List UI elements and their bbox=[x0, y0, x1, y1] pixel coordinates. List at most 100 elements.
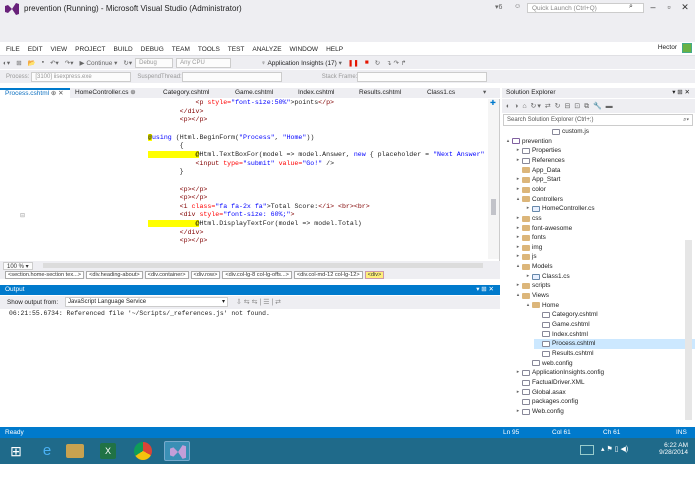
tab-index[interactable]: Index.cshtml bbox=[293, 88, 335, 98]
platform-select[interactable]: Any CPU bbox=[176, 57, 232, 68]
stop-icon[interactable]: ■ bbox=[365, 59, 369, 66]
menu-project[interactable]: PROJECT bbox=[75, 46, 105, 53]
tree-item[interactable]: Index.cshtml bbox=[534, 330, 588, 340]
tree-item[interactable]: Game.cshtml bbox=[534, 320, 590, 330]
tree-item[interactable]: ▸ scripts bbox=[514, 281, 551, 291]
tree-item[interactable]: ▸ img bbox=[514, 243, 543, 253]
expander-icon[interactable]: ▸ bbox=[514, 185, 522, 195]
tree-item[interactable]: ▴ Home bbox=[524, 301, 559, 311]
menu-team[interactable]: TEAM bbox=[172, 46, 190, 53]
tree-item[interactable]: ▸ HomeController.cs bbox=[524, 204, 595, 214]
tab-overflow-icon[interactable]: ▾ bbox=[478, 88, 486, 98]
chrome-icon[interactable] bbox=[134, 442, 152, 460]
notification-icon[interactable]: ▾6 bbox=[495, 3, 502, 11]
file-explorer-icon[interactable] bbox=[66, 444, 84, 458]
expander-icon[interactable]: ▸ bbox=[514, 281, 522, 291]
tree-item[interactable]: ▸ fonts bbox=[514, 233, 546, 243]
tree-item[interactable]: ▴ Controllers bbox=[514, 195, 563, 205]
open-icon[interactable]: 📂 bbox=[28, 59, 36, 67]
excel-icon[interactable]: X bbox=[100, 443, 116, 459]
expander-icon[interactable]: ▴ bbox=[514, 262, 522, 272]
close-button[interactable]: ✕ bbox=[678, 2, 692, 13]
menu-view[interactable]: VIEW bbox=[51, 46, 68, 53]
tree-item[interactable]: ▸ Web.config bbox=[514, 407, 564, 417]
visual-studio-taskbar-icon[interactable] bbox=[164, 441, 190, 461]
expander-icon[interactable]: ▸ bbox=[514, 156, 522, 166]
tree-item[interactable]: ▸ Properties bbox=[514, 146, 561, 156]
step-into-icon[interactable]: ↴ ↷ ↱ bbox=[386, 59, 406, 67]
menu-debug[interactable]: DEBUG bbox=[141, 46, 164, 53]
tree-item[interactable]: ▴ Models bbox=[514, 262, 553, 272]
menu-test[interactable]: TEST bbox=[228, 46, 245, 53]
tab-game[interactable]: Game.cshtml bbox=[230, 88, 273, 98]
tree-item[interactable]: packages.config bbox=[514, 397, 578, 407]
expander-icon[interactable]: ▴ bbox=[524, 301, 532, 311]
config-select[interactable]: Debug bbox=[135, 57, 174, 68]
breadcrumb-item[interactable]: <div.heading-about> bbox=[86, 270, 143, 279]
breadcrumb-item[interactable]: <section.home-section tex...> bbox=[5, 270, 85, 279]
restart-icon[interactable]: ↻ bbox=[375, 59, 380, 67]
tab-category[interactable]: Category.cshtml bbox=[158, 88, 209, 98]
undo-icon[interactable]: ↶▾ bbox=[50, 59, 59, 67]
tab-homecontroller[interactable]: HomeController.cs ⊕ bbox=[70, 88, 136, 98]
expander-icon[interactable]: ▸ bbox=[514, 175, 522, 185]
avatar[interactable] bbox=[682, 43, 692, 53]
feedback-icon[interactable]: ☺ bbox=[514, 3, 521, 10]
pause-icon[interactable]: ❚❚ bbox=[348, 59, 359, 67]
horizontal-scrollbar[interactable] bbox=[42, 263, 483, 268]
redo-icon[interactable]: ↷▾ bbox=[65, 59, 74, 67]
refresh-icon[interactable]: ↻▾ bbox=[123, 59, 132, 67]
expander-icon[interactable]: ▴ bbox=[504, 137, 512, 147]
expander-icon[interactable]: ▴ bbox=[514, 291, 522, 301]
tree-item[interactable]: ▸ Global.asax bbox=[514, 388, 566, 398]
continue-button[interactable]: ▶ Continue ▾ bbox=[80, 59, 118, 67]
thread-select[interactable] bbox=[181, 71, 282, 82]
tree-item[interactable]: ▸ font-awesome bbox=[514, 224, 572, 234]
minimize-button[interactable]: – bbox=[646, 2, 660, 13]
expander-icon[interactable]: ▸ bbox=[514, 388, 522, 398]
output-tools-icon[interactable]: ⇩ ⇆ ⇆ | ☰ | ⇄ bbox=[236, 298, 281, 306]
tab-class1[interactable]: Class1.cs bbox=[422, 88, 455, 98]
tree-item[interactable]: web.config bbox=[524, 359, 573, 369]
breadcrumb-item[interactable]: <div.col-md-12 col-lg-12> bbox=[293, 270, 363, 279]
menu-help[interactable]: HELP bbox=[326, 46, 343, 53]
new-project-icon[interactable]: ⊞ bbox=[16, 59, 21, 67]
solution-tools-icon[interactable]: ◐ ◑ ⌂ ↻▾ ⇄ ↻ ⊟ ⊡ ⧉ 🔧 ▬ bbox=[506, 102, 614, 111]
menu-analyze[interactable]: ANALYZE bbox=[252, 46, 281, 53]
expander-icon[interactable]: ▸ bbox=[514, 224, 522, 234]
tree-item[interactable]: ▴ Views bbox=[514, 291, 549, 301]
code-editor[interactable]: ⊟ <p style="font-size:50%">points</p> </… bbox=[0, 99, 500, 261]
tree-item[interactable]: App_Data bbox=[514, 166, 560, 176]
expander-icon[interactable]: ▸ bbox=[524, 204, 532, 214]
menu-tools[interactable]: TOOLS bbox=[198, 46, 220, 53]
insights-button[interactable]: ♆ Application Insights (17) ▾ bbox=[261, 59, 342, 67]
tree-item[interactable]: ▴ prevention bbox=[504, 137, 552, 147]
panel-controls-icon[interactable]: ▾ ⊞ ✕ bbox=[672, 88, 690, 98]
tab-results[interactable]: Results.cshtml bbox=[354, 88, 401, 98]
tree-item[interactable]: ▸ css bbox=[514, 214, 542, 224]
windows-start-icon[interactable]: ⊞ bbox=[4, 441, 28, 461]
menu-file[interactable]: FILE bbox=[6, 46, 20, 53]
tree-item[interactable]: ▸ ApplicationInsights.config bbox=[514, 368, 604, 378]
expander-icon[interactable]: ▸ bbox=[514, 243, 522, 253]
expander-icon[interactable]: ▸ bbox=[514, 407, 522, 417]
expander-icon[interactable]: ▸ bbox=[524, 272, 532, 282]
clock[interactable]: 6:22 AM 9/28/2014 bbox=[650, 442, 688, 456]
tree-item[interactable]: custom.js bbox=[544, 127, 589, 137]
breadcrumb-item[interactable]: <div.row> bbox=[190, 270, 221, 279]
back-icon[interactable]: ◐▾ bbox=[3, 59, 10, 67]
tree-item[interactable]: Category.cshtml bbox=[534, 310, 598, 320]
tree-item[interactable]: FactualDriver.XML bbox=[514, 378, 585, 388]
save-icon[interactable]: ▪ bbox=[42, 59, 44, 66]
output-pane[interactable] bbox=[0, 309, 500, 425]
breadcrumb-item[interactable]: <div.container> bbox=[144, 270, 189, 279]
zoom-select[interactable]: 100 % ▾ bbox=[3, 261, 33, 270]
breadcrumb-item[interactable]: <div.col-lg-8 col-lg-offs...> bbox=[222, 270, 292, 279]
user-name[interactable]: Hector bbox=[658, 44, 677, 51]
breadcrumb-item-active[interactable]: <div> bbox=[364, 270, 385, 279]
stack-frame-select[interactable] bbox=[357, 71, 488, 82]
tree-item[interactable]: ▸ Class1.cs bbox=[524, 272, 570, 282]
expander-icon[interactable]: ▴ bbox=[514, 195, 522, 205]
internet-explorer-icon[interactable]: e bbox=[35, 441, 59, 461]
panel-controls-icon[interactable]: ▾ ⊞ ✕ bbox=[476, 285, 494, 295]
